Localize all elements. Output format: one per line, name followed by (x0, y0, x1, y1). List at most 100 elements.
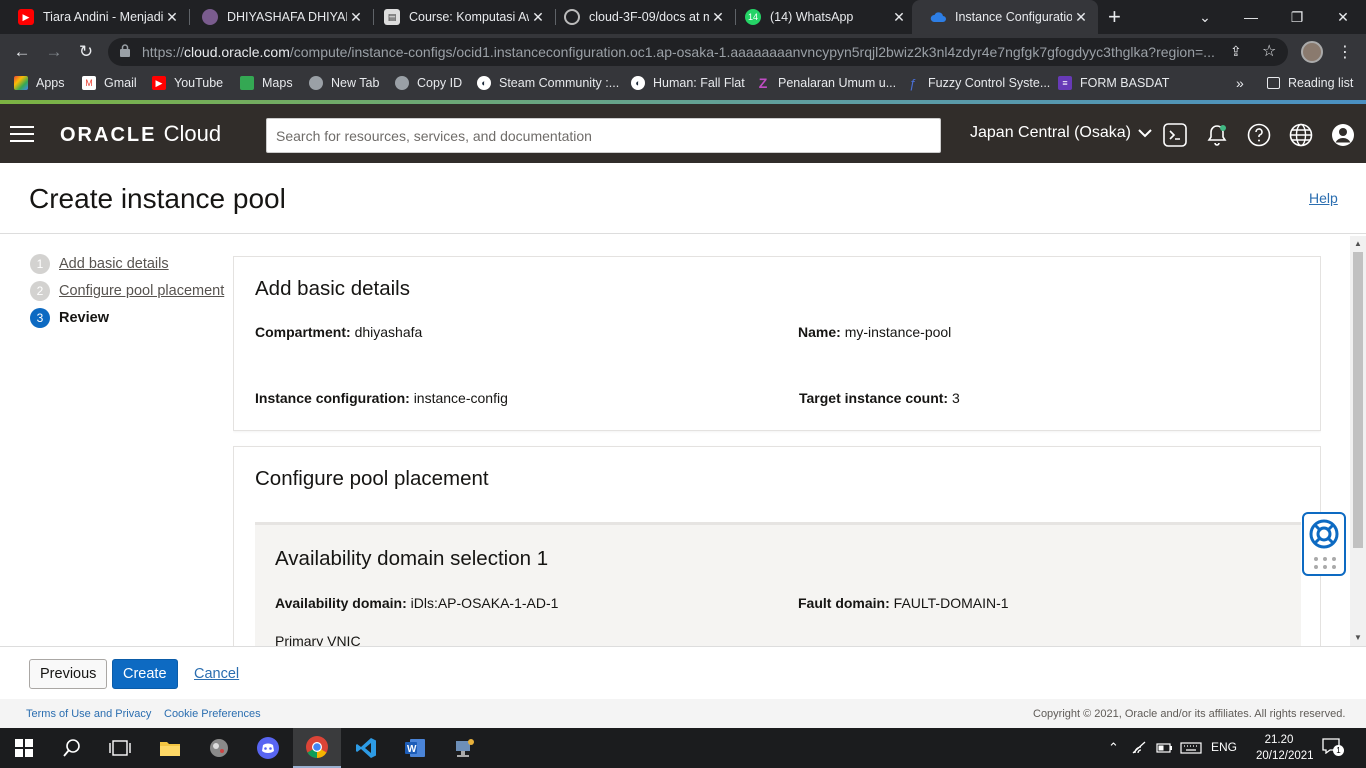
menu-dots-icon[interactable]: ⋮ (1337, 42, 1353, 62)
close-tab-icon[interactable]: ✕ (890, 9, 908, 26)
forward-icon[interactable]: → (42, 41, 66, 63)
scroll-up-arrow-icon[interactable]: ▲ (1354, 239, 1362, 248)
network-tool-icon[interactable] (440, 728, 488, 768)
taskbar-clock[interactable]: 21.20 20/12/2021 (1256, 732, 1314, 764)
windows-start-icon[interactable] (0, 728, 48, 768)
task-view-icon[interactable] (96, 728, 144, 768)
keyboard-icon[interactable] (1180, 742, 1202, 754)
page-header: Create instance pool Help (0, 163, 1366, 234)
bookmark-steam-community[interactable]: ◐ Steam Community :... (477, 76, 619, 90)
back-icon[interactable]: ← (10, 41, 34, 63)
svg-text:W: W (407, 744, 417, 755)
wizard-action-bar: Previous Create Cancel (0, 646, 1366, 699)
bookmarks-overflow-icon[interactable]: » (1236, 75, 1244, 91)
reading-list[interactable]: Reading list (1267, 76, 1353, 90)
bookmark-penalaran[interactable]: Z Penalaran Umum u... (756, 75, 896, 91)
step-add-basic-details[interactable]: 1 Add basic details (30, 254, 169, 274)
terms-link[interactable]: Terms of Use and Privacy (26, 708, 151, 720)
user-profile-icon[interactable] (1331, 123, 1355, 147)
previous-button[interactable]: Previous (29, 659, 108, 689)
gmail-icon: M (82, 76, 96, 90)
app-game-icon[interactable] (195, 728, 243, 768)
browser-tab[interactable]: 14 (14) WhatsApp ✕ (727, 0, 916, 34)
hamburger-menu-icon[interactable] (10, 126, 34, 142)
close-tab-icon[interactable]: ✕ (1072, 9, 1090, 26)
step-review: 3 Review (30, 308, 109, 328)
chrome-icon[interactable] (293, 728, 341, 768)
pool-placement-heading: Configure pool placement (255, 467, 489, 490)
tab-search-icon[interactable]: ⌄ (1182, 0, 1228, 34)
battery-icon[interactable] (1156, 742, 1172, 754)
bookmark-form-basdat[interactable]: ≡ FORM BASDAT (1058, 76, 1169, 90)
global-search-input[interactable]: Search for resources, services, and docu… (266, 118, 941, 153)
support-help-widget[interactable] (1302, 512, 1346, 576)
close-tab-icon[interactable]: ✕ (709, 9, 727, 26)
drag-handle-icon[interactable] (1313, 556, 1337, 570)
reload-icon[interactable]: ↻ (74, 41, 98, 63)
review-content: Add basic details Compartment: dhiyashaf… (233, 256, 1321, 646)
help-link[interactable]: Help (1309, 190, 1338, 206)
form-icon: ≡ (1058, 76, 1072, 90)
availability-domain-heading: Availability domain selection 1 (275, 547, 549, 570)
help-question-icon[interactable] (1247, 123, 1271, 147)
basic-details-card: Add basic details Compartment: dhiyashaf… (233, 256, 1321, 431)
lifebuoy-icon (1309, 519, 1339, 549)
bookmark-apps[interactable]: Apps (14, 76, 65, 90)
scroll-down-arrow-icon[interactable]: ▼ (1354, 633, 1362, 642)
availability-domain-selection: Availability domain selection 1 Availabi… (255, 522, 1301, 646)
search-icon[interactable] (48, 728, 96, 768)
bookmark-youtube[interactable]: ▶ YouTube (152, 76, 223, 90)
notification-center-icon[interactable]: 1 (1322, 738, 1344, 756)
bookmark-star-icon[interactable]: ☆ (1262, 41, 1276, 61)
bookmark-gmail[interactable]: M Gmail (82, 76, 137, 90)
create-button[interactable]: Create (112, 659, 178, 689)
browser-tab[interactable]: DHIYASHAFA DHIYAH ✕ (184, 0, 373, 34)
oracle-cloud-logo[interactable]: ORACLE Cloud (60, 121, 221, 147)
file-explorer-icon[interactable] (146, 728, 194, 768)
page-title: Create instance pool (29, 183, 286, 214)
wifi-icon[interactable] (1132, 741, 1148, 755)
bookmark-new-tab[interactable]: New Tab (309, 76, 379, 90)
word-icon[interactable]: W (391, 728, 439, 768)
notifications-bell-icon[interactable] (1205, 123, 1229, 147)
close-tab-icon[interactable]: ✕ (163, 9, 181, 26)
cookie-preferences-link[interactable]: Cookie Preferences (164, 708, 261, 720)
share-icon[interactable]: ⇪ (1230, 43, 1242, 60)
discord-icon[interactable] (244, 728, 292, 768)
scrollbar-thumb[interactable] (1353, 252, 1363, 548)
url-bar[interactable]: https://cloud.oracle.com/compute/instanc… (108, 38, 1288, 66)
browser-tab-active[interactable]: Instance Configuration ✕ (912, 0, 1098, 34)
profile-avatar[interactable] (1301, 41, 1323, 63)
restore-button[interactable]: ❐ (1274, 0, 1320, 34)
new-tab-button[interactable]: + (1108, 4, 1121, 30)
course-icon: ▤ (384, 9, 400, 25)
bookmark-copy-id[interactable]: Copy ID (395, 76, 462, 90)
maps-icon (240, 76, 254, 90)
language-globe-icon[interactable] (1289, 123, 1313, 147)
primary-vnic-label: Primary VNIC (275, 633, 361, 646)
steam-icon: ◐ (631, 76, 645, 90)
close-window-button[interactable]: ✕ (1320, 0, 1366, 34)
close-tab-icon[interactable]: ✕ (529, 9, 547, 26)
language-indicator[interactable]: ENG (1211, 740, 1237, 754)
browser-tab-strip: ▶ Tiara Andini - Menjadi ✕ DHIYASHAFA DH… (0, 0, 1366, 34)
browser-tab[interactable]: ▤ Course: Komputasi Aw ✕ (366, 0, 555, 34)
globe-icon (395, 76, 409, 90)
browser-tab[interactable]: cloud-3F-09/docs at m ✕ (546, 0, 735, 34)
content-scrollbar[interactable]: ▲ ▼ (1350, 236, 1366, 646)
bookmark-fuzzy-control[interactable]: ƒ Fuzzy Control Syste... (906, 76, 1050, 91)
close-tab-icon[interactable]: ✕ (347, 9, 365, 26)
step-configure-pool-placement[interactable]: 2 Configure pool placement (30, 281, 224, 301)
compartment-field: Compartment: dhiyashafa (255, 324, 423, 340)
bookmark-maps[interactable]: Maps (240, 76, 293, 90)
bookmark-human-fall-flat[interactable]: ◐ Human: Fall Flat (631, 76, 745, 90)
instance-configuration-field: Instance configuration: instance-config (255, 390, 508, 406)
pool-placement-card: Configure pool placement Availability do… (233, 446, 1321, 646)
tray-overflow-icon[interactable]: ⌃ (1108, 740, 1119, 756)
browser-tab[interactable]: ▶ Tiara Andini - Menjadi ✕ (0, 0, 189, 34)
vscode-icon[interactable] (342, 728, 390, 768)
minimize-button[interactable]: — (1228, 0, 1274, 34)
cancel-button[interactable]: Cancel (184, 659, 249, 689)
region-selector[interactable]: Japan Central (Osaka) (970, 124, 1152, 142)
cloud-shell-icon[interactable] (1163, 123, 1187, 147)
